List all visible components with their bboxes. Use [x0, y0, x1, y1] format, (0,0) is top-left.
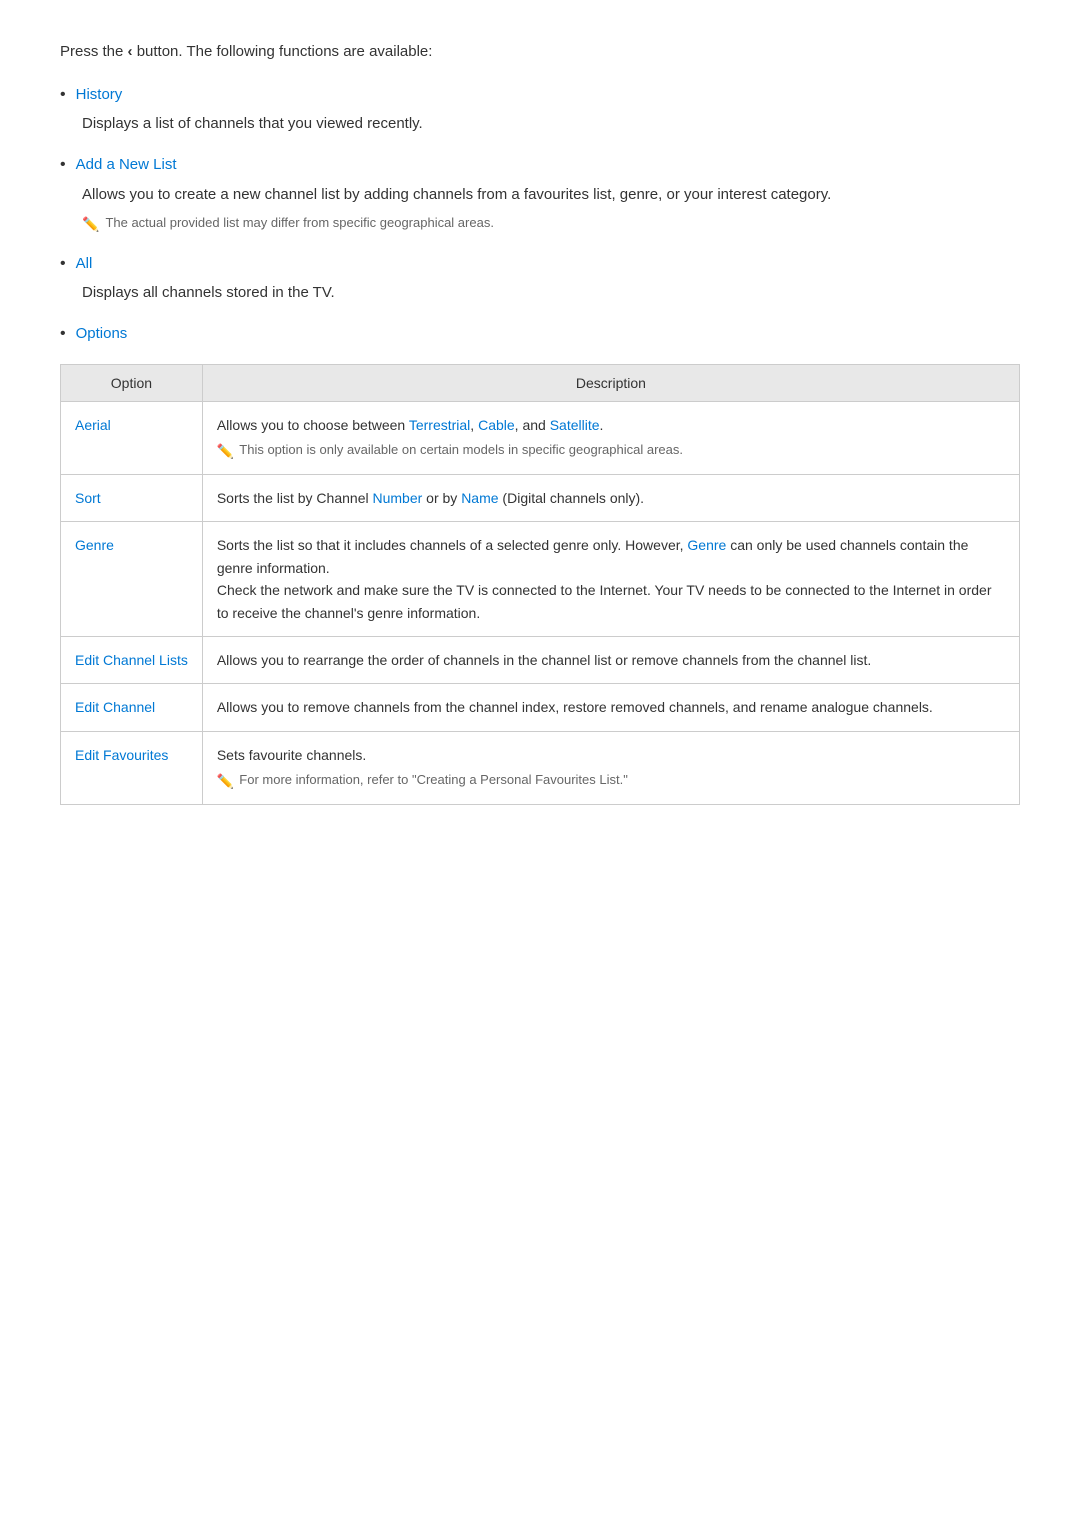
aerial-desc-text: Allows you to choose between Terrestrial… [217, 417, 604, 433]
option-sort: Sort [61, 474, 203, 521]
bullet-item-all: • All [60, 253, 1020, 275]
name-link[interactable]: Name [461, 490, 498, 506]
history-link[interactable]: History [76, 84, 123, 105]
edit-favourites-note-text: For more information, refer to "Creating… [239, 770, 628, 790]
bullet-dot-add-new-list: • [60, 154, 66, 176]
description-aerial: Allows you to choose between Terrestrial… [202, 401, 1019, 474]
bullet-item-options: • Options [60, 323, 1020, 345]
col-header-option: Option [61, 364, 203, 401]
all-link[interactable]: All [76, 253, 93, 274]
description-genre: Sorts the list so that it includes chann… [202, 522, 1019, 637]
table-row: Edit Channel Lists Allows you to rearran… [61, 636, 1020, 683]
section-options: • Options [60, 323, 1020, 345]
genre-desc-text: Sorts the list so that it includes chann… [217, 537, 992, 620]
edit-favourites-note-icon: ✏️ [217, 771, 234, 792]
add-new-list-note-text: The actual provided list may differ from… [105, 213, 494, 233]
option-aerial: Aerial [61, 401, 203, 474]
genre-link[interactable]: Genre [687, 537, 726, 553]
number-link[interactable]: Number [372, 490, 422, 506]
bullet-item-history: • History [60, 84, 1020, 106]
note-pencil-icon: ✏️ [82, 214, 99, 235]
history-description: Displays a list of channels that you vie… [82, 112, 1020, 136]
section-all: • All Displays all channels stored in th… [60, 253, 1020, 305]
table-header-row: Option Description [61, 364, 1020, 401]
terrestrial-link[interactable]: Terrestrial [409, 417, 470, 433]
description-edit-favourites: Sets favourite channels. ✏️ For more inf… [202, 731, 1019, 804]
edit-favourites-note: ✏️ For more information, refer to "Creat… [217, 770, 1005, 792]
description-edit-channel-lists: Allows you to rearrange the order of cha… [202, 636, 1019, 683]
table-row: Genre Sorts the list so that it includes… [61, 522, 1020, 637]
option-genre: Genre [61, 522, 203, 637]
aerial-note-text: This option is only available on certain… [239, 440, 683, 460]
add-new-list-note: ✏️ The actual provided list may differ f… [82, 213, 1020, 235]
edit-favourites-desc-text: Sets favourite channels. [217, 747, 366, 763]
table-row: Edit Favourites Sets favourite channels.… [61, 731, 1020, 804]
cable-link[interactable]: Cable [478, 417, 515, 433]
table-row: Aerial Allows you to choose between Terr… [61, 401, 1020, 474]
description-sort: Sorts the list by Channel Number or by N… [202, 474, 1019, 521]
options-link[interactable]: Options [76, 323, 128, 344]
bullet-dot-history: • [60, 84, 66, 106]
option-edit-favourites: Edit Favourites [61, 731, 203, 804]
col-header-description: Description [202, 364, 1019, 401]
description-edit-channel: Allows you to remove channels from the c… [202, 684, 1019, 731]
add-new-list-description: Allows you to create a new channel list … [82, 183, 1020, 207]
options-table: Option Description Aerial Allows you to … [60, 364, 1020, 806]
bullet-item-add-new-list: • Add a New List [60, 154, 1020, 176]
intro-paragraph: Press the ‹ button. The following functi… [60, 40, 1020, 64]
all-description: Displays all channels stored in the TV. [82, 281, 1020, 305]
aerial-note: ✏️ This option is only available on cert… [217, 440, 1005, 462]
bullet-dot-all: • [60, 253, 66, 275]
bullet-dot-options: • [60, 323, 66, 345]
edit-channel-lists-desc-text: Allows you to rearrange the order of cha… [217, 652, 871, 668]
option-edit-channel-lists: Edit Channel Lists [61, 636, 203, 683]
table-row: Edit Channel Allows you to remove channe… [61, 684, 1020, 731]
table-row: Sort Sorts the list by Channel Number or… [61, 474, 1020, 521]
intro-text-after: button. The following functions are avai… [133, 43, 433, 60]
section-add-new-list: • Add a New List Allows you to create a … [60, 154, 1020, 234]
intro-text-before: Press the [60, 43, 128, 60]
aerial-note-icon: ✏️ [217, 441, 234, 462]
edit-channel-desc-text: Allows you to remove channels from the c… [217, 699, 933, 715]
section-history: • History Displays a list of channels th… [60, 84, 1020, 136]
option-edit-channel: Edit Channel [61, 684, 203, 731]
add-new-list-link[interactable]: Add a New List [76, 154, 177, 175]
sort-desc-text: Sorts the list by Channel Number or by N… [217, 490, 644, 506]
satellite-link[interactable]: Satellite [550, 417, 600, 433]
